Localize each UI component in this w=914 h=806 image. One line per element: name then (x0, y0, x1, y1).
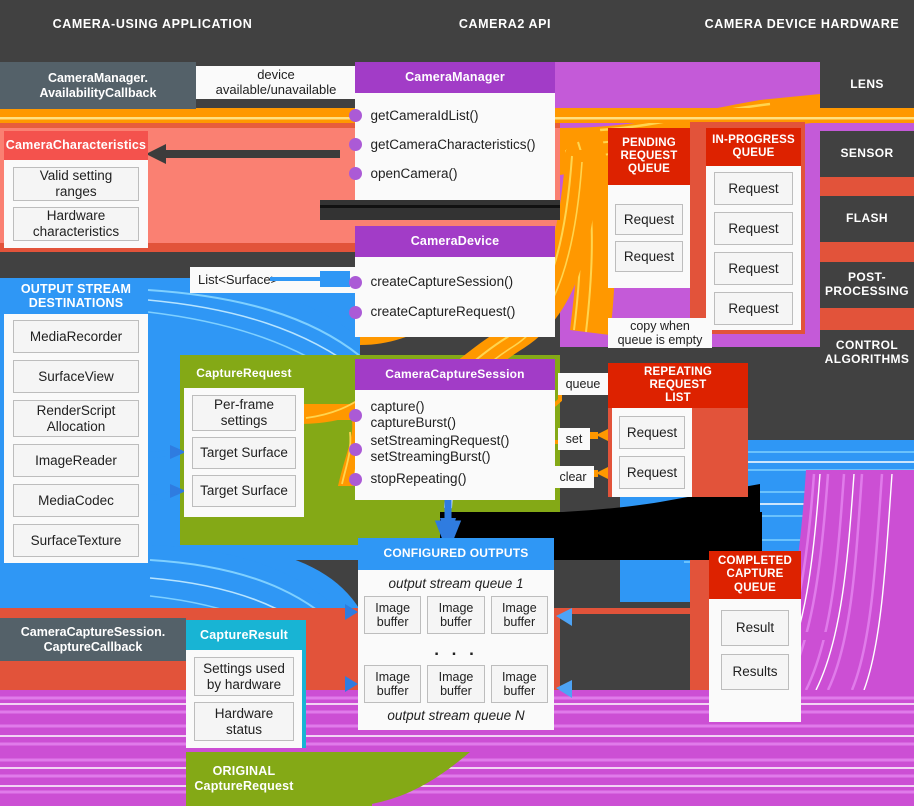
pending-request-queue-title: PENDING REQUEST QUEUE (620, 136, 678, 176)
camera-manager-title: CameraManager (355, 62, 555, 93)
column-header-application: CAMERA-USING APPLICATION (52, 17, 253, 31)
method-get-camera-characteristics[interactable]: getCameraCharacteristics() (348, 130, 555, 159)
completed-result-2: Results (721, 654, 789, 690)
output-dest-mediarecorder[interactable]: MediaRecorder (13, 320, 139, 353)
target-surface-box-1: Target Surface (192, 437, 296, 469)
in-progress-queue-title: IN-PROGRESS QUEUE (712, 133, 795, 159)
method-set-streaming-request[interactable]: setStreamingRequest() setStreamingBurst(… (348, 432, 555, 466)
repeating-request-list-body: Request Request (612, 408, 692, 497)
hardware-separator-2 (820, 242, 914, 262)
hardware-lens: LENS (820, 62, 914, 108)
method-get-camera-id-list[interactable]: getCameraIdList() (348, 101, 555, 130)
pending-request-queue-panel: PENDING REQUEST QUEUE Request Request (608, 128, 690, 288)
hardware-characteristics-box: Hardware characteristics (13, 207, 139, 241)
method-dot-icon (348, 472, 362, 486)
set-label: set (558, 428, 590, 450)
column-header-camera2-api: CAMERA2 API (458, 17, 552, 31)
method-dot-icon (348, 442, 362, 456)
capture-request-panel: CaptureRequest Per-frame settings Target… (184, 359, 304, 517)
image-buffer: Image buffer (427, 665, 485, 703)
column-header-hardware: CAMERA DEVICE HARDWARE (704, 17, 900, 31)
hardware-control-algorithms: CONTROL ALGORITHMS (820, 330, 914, 376)
buffer-ellipsis: . . . (434, 640, 478, 659)
pending-request-item-1: Request (615, 204, 683, 235)
output-dest-imagereader[interactable]: ImageReader (13, 444, 139, 477)
camera-device-title: CameraDevice (355, 226, 555, 257)
hardware-status-box: Hardware status (194, 702, 294, 741)
method-dot-icon (348, 408, 362, 422)
camera-device-panel: CameraDevice createCaptureSession() crea… (348, 226, 555, 337)
completed-result-1: Result (721, 610, 789, 646)
output-stream-destinations-title: OUTPUT STREAM DESTINATIONS (4, 278, 148, 314)
hardware-post-processing: POST- PROCESSING (820, 262, 914, 308)
original-capture-request-label: ORIGINAL CaptureRequest (194, 764, 294, 793)
camera-manager-panel: CameraManager getCameraIdList() getCamer… (348, 62, 555, 200)
repeating-request-item-2: Request (619, 456, 685, 489)
method-dot-icon (348, 138, 362, 151)
in-progress-request-3: Request (714, 252, 793, 285)
method-create-capture-request[interactable]: createCaptureRequest() (348, 297, 555, 327)
method-dot-icon (348, 109, 362, 122)
clear-label: clear (552, 466, 594, 488)
hardware-separator-3 (820, 308, 914, 330)
in-progress-request-4: Request (714, 292, 793, 325)
output-dest-surfacetexture[interactable]: SurfaceTexture (13, 524, 139, 557)
settings-used-by-hardware-box: Settings used by hardware (194, 657, 294, 696)
method-create-capture-session[interactable]: createCaptureSession() (348, 267, 555, 297)
hardware-separator-1 (820, 177, 914, 196)
output-stream-destinations-panel: OUTPUT STREAM DESTINATIONS MediaRecorder… (4, 278, 148, 563)
completed-capture-queue-panel: COMPLETED CAPTURE QUEUE Result Results (709, 551, 801, 722)
method-dot-icon (348, 305, 362, 319)
capture-request-title: CaptureRequest (184, 359, 304, 388)
target-surface-box-2: Target Surface (192, 475, 296, 507)
pending-request-item-2: Request (615, 241, 683, 272)
queue-label: queue (558, 373, 608, 395)
output-dest-mediacodec[interactable]: MediaCodec (13, 484, 139, 517)
in-progress-request-2: Request (714, 212, 793, 245)
method-dot-icon (348, 275, 362, 289)
configured-outputs-panel: CONFIGURED OUTPUTS output stream queue 1… (358, 538, 554, 730)
output-dest-renderscript-allocation[interactable]: RenderScript Allocation (13, 400, 139, 437)
method-open-camera[interactable]: openCamera() (348, 159, 555, 188)
valid-setting-ranges-box: Valid setting ranges (13, 167, 139, 201)
image-buffer: Image buffer (490, 596, 548, 634)
repeating-request-list-header: REPEATING REQUEST LIST (608, 363, 748, 408)
output-stream-queue-n-label: output stream queue N (387, 708, 525, 723)
repeating-request-item-1: Request (619, 416, 685, 449)
output-stream-queue-1-label: output stream queue 1 (388, 576, 524, 591)
camera-capture-session-title: CameraCaptureSession (355, 359, 555, 390)
camera-characteristics-title: CameraCharacteristics (4, 131, 148, 160)
output-dest-surfaceview[interactable]: SurfaceView (13, 360, 139, 393)
capture-result-title: CaptureResult (186, 620, 302, 650)
capture-result-panel: CaptureResult Settings used by hardware … (186, 620, 302, 748)
method-capture[interactable]: capture() captureBurst() (348, 398, 555, 432)
in-progress-queue-panel: IN-PROGRESS QUEUE Request Request Reques… (706, 128, 801, 330)
repeating-request-list-title: REPEATING REQUEST LIST (643, 365, 713, 405)
image-buffer: Image buffer (490, 665, 548, 703)
camera-manager-availability-callback[interactable]: CameraManager. AvailabilityCallback (0, 62, 196, 109)
camera-characteristics-panel: CameraCharacteristics Valid setting rang… (4, 131, 148, 248)
hardware-flash: FLASH (820, 196, 914, 242)
completed-capture-queue-title: COMPLETED CAPTURE QUEUE (709, 551, 801, 599)
list-surface-arrow (320, 271, 350, 287)
in-progress-request-1: Request (714, 172, 793, 205)
method-dot-icon (348, 167, 362, 180)
device-availability-label: device available/unavailable (196, 66, 356, 99)
diagram-canvas: CAMERA-USING APPLICATION CAMERA2 API CAM… (0, 0, 914, 806)
image-buffer: Image buffer (427, 596, 485, 634)
hardware-sensor: SENSOR (820, 131, 914, 177)
camera-capture-session-capture-callback[interactable]: CameraCaptureSession. CaptureCallback (0, 618, 186, 661)
per-frame-settings-box: Per-frame settings (192, 395, 296, 431)
image-buffer: Image buffer (364, 665, 422, 703)
configured-outputs-title: CONFIGURED OUTPUTS (358, 538, 554, 570)
copy-when-queue-empty-label: copy when queue is empty (608, 318, 712, 348)
image-buffer: Image buffer (364, 596, 422, 634)
method-stop-repeating[interactable]: stopRepeating() (348, 466, 555, 492)
camera-capture-session-panel: CameraCaptureSession capture() captureBu… (348, 359, 555, 500)
